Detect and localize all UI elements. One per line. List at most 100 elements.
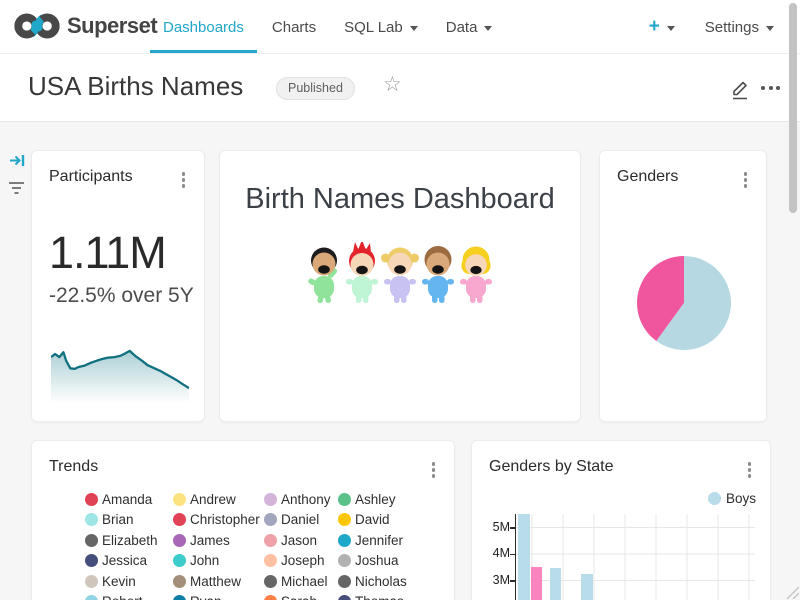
legend-dot	[173, 575, 186, 588]
y-axis-tick	[510, 527, 515, 529]
children-illustration	[305, 242, 495, 305]
legend-dot	[173, 493, 186, 506]
legend-item[interactable]: Jason	[264, 530, 338, 551]
legend-label: Michael	[281, 574, 328, 589]
legend-label: Jennifer	[355, 533, 403, 548]
bar-blue[interactable]	[581, 574, 593, 600]
markdown-title: Birth Names Dashboard	[220, 183, 580, 216]
card-title: Genders	[617, 168, 678, 186]
superset-logo[interactable]: Superset	[14, 11, 157, 41]
y-axis-tick	[510, 554, 515, 556]
legend-label: Jessica	[102, 553, 147, 568]
legend-item[interactable]: Christopher	[173, 510, 264, 531]
dashboard-header: USA Births Names Published ☆	[0, 54, 800, 122]
card-trends: Trends Amanda Andrew Anthony Ashley Brian Chr…	[31, 440, 455, 600]
legend-dot	[264, 575, 277, 588]
bar-chart-plot[interactable]	[515, 514, 755, 600]
card-genders-by-state: Genders by State Boys 5M4M3M	[471, 440, 771, 600]
legend-item[interactable]: Jessica	[85, 551, 173, 572]
diagonal-resize-icon[interactable]	[784, 584, 799, 599]
legend-label: Elizabeth	[102, 533, 158, 548]
bar-blue[interactable]	[550, 568, 562, 600]
more-actions-ellipsis-icon[interactable]	[761, 86, 780, 90]
legend-dot	[264, 595, 277, 600]
legend-dot	[338, 493, 351, 506]
legend-item[interactable]: Jennifer	[338, 530, 438, 551]
legend-item[interactable]: Ashley	[338, 489, 438, 510]
legend-dot	[85, 554, 98, 567]
legend-label: Amanda	[102, 492, 152, 507]
trendline-sparkline[interactable]	[51, 341, 189, 403]
bar-blue[interactable]	[518, 514, 530, 600]
kebab-icon[interactable]	[745, 460, 755, 480]
legend-item[interactable]: Andrew	[173, 489, 264, 510]
legend-item[interactable]: Amanda	[85, 489, 173, 510]
expand-filter-bar-icon[interactable]	[9, 152, 26, 174]
legend-dot	[85, 575, 98, 588]
legend-label: Daniel	[281, 512, 319, 527]
legend-label: Brian	[102, 512, 134, 527]
legend-label: David	[355, 512, 390, 527]
legend-dot	[85, 493, 98, 506]
sparkline-area	[51, 351, 189, 403]
card-participants: Participants 1.11M -22.5% over 5Y	[31, 150, 205, 422]
legend-item[interactable]: Elizabeth	[85, 530, 173, 551]
create-new-button[interactable]: +	[649, 16, 675, 38]
vertical-scrollbar-thumb[interactable]	[789, 3, 797, 213]
favorite-star-icon[interactable]: ☆	[383, 72, 402, 97]
main-nav: Dashboards Charts SQL Lab Data	[149, 0, 506, 54]
card-markdown-header: Birth Names Dashboard	[219, 150, 581, 422]
kebab-icon[interactable]	[429, 460, 439, 480]
bar-pink[interactable]	[531, 567, 543, 600]
legend-dot	[85, 534, 98, 547]
legend-item[interactable]: Kevin	[85, 571, 173, 592]
chevron-down-icon	[667, 26, 675, 31]
legend-item[interactable]: Thomas	[338, 592, 438, 600]
card-title: Genders by State	[489, 458, 614, 476]
legend-item[interactable]: Robert	[85, 592, 173, 600]
legend-item[interactable]: James	[173, 530, 264, 551]
settings-menu[interactable]: Settings	[705, 19, 774, 36]
legend-label: Robert	[102, 594, 143, 600]
card-title: Trends	[49, 458, 98, 476]
big-number-value: 1.11M	[49, 227, 166, 279]
legend-label: Anthony	[281, 492, 331, 507]
legend-item[interactable]: Daniel	[264, 510, 338, 531]
legend-dot	[708, 492, 721, 505]
legend-label: Christopher	[190, 512, 260, 527]
legend-item[interactable]: Joseph	[264, 551, 338, 572]
legend-dot	[338, 575, 351, 588]
legend-item[interactable]: Ryan	[173, 592, 264, 600]
filter-lines-icon[interactable]	[8, 180, 25, 201]
y-axis-label: 4M	[480, 546, 510, 560]
legend-label: Kevin	[102, 574, 136, 589]
legend-item[interactable]: Joshua	[338, 551, 438, 572]
bar-chart-legend[interactable]: Boys	[708, 491, 756, 506]
legend-dot	[264, 513, 277, 526]
published-badge[interactable]: Published	[276, 77, 355, 100]
legend-label: Jason	[281, 533, 317, 548]
navbar-right: + Settings	[649, 0, 774, 54]
nav-sql-lab[interactable]: SQL Lab	[330, 0, 432, 54]
dashboard-grid: Participants 1.11M -22.5% over 5Y Birth …	[0, 122, 800, 600]
genders-pie-chart[interactable]	[636, 255, 732, 351]
chevron-down-icon	[484, 26, 492, 31]
nav-data[interactable]: Data	[432, 0, 507, 54]
legend-item[interactable]: David	[338, 510, 438, 531]
legend-item[interactable]: Sarah	[264, 592, 338, 600]
legend-item[interactable]: John	[173, 551, 264, 572]
kebab-icon[interactable]	[741, 170, 751, 190]
nav-charts[interactable]: Charts	[258, 0, 330, 54]
legend-item[interactable]: Brian	[85, 510, 173, 531]
legend-dot	[264, 554, 277, 567]
kebab-icon[interactable]	[179, 170, 189, 190]
nav-dashboards[interactable]: Dashboards	[149, 0, 258, 54]
legend-item[interactable]: Anthony	[264, 489, 338, 510]
chevron-down-icon	[410, 26, 418, 31]
legend-item[interactable]: Nicholas	[338, 571, 438, 592]
legend-label: Ashley	[355, 492, 396, 507]
edit-pencil-icon[interactable]	[730, 78, 750, 105]
legend-item[interactable]: Matthew	[173, 571, 264, 592]
legend-item[interactable]: Michael	[264, 571, 338, 592]
legend-dot	[85, 513, 98, 526]
